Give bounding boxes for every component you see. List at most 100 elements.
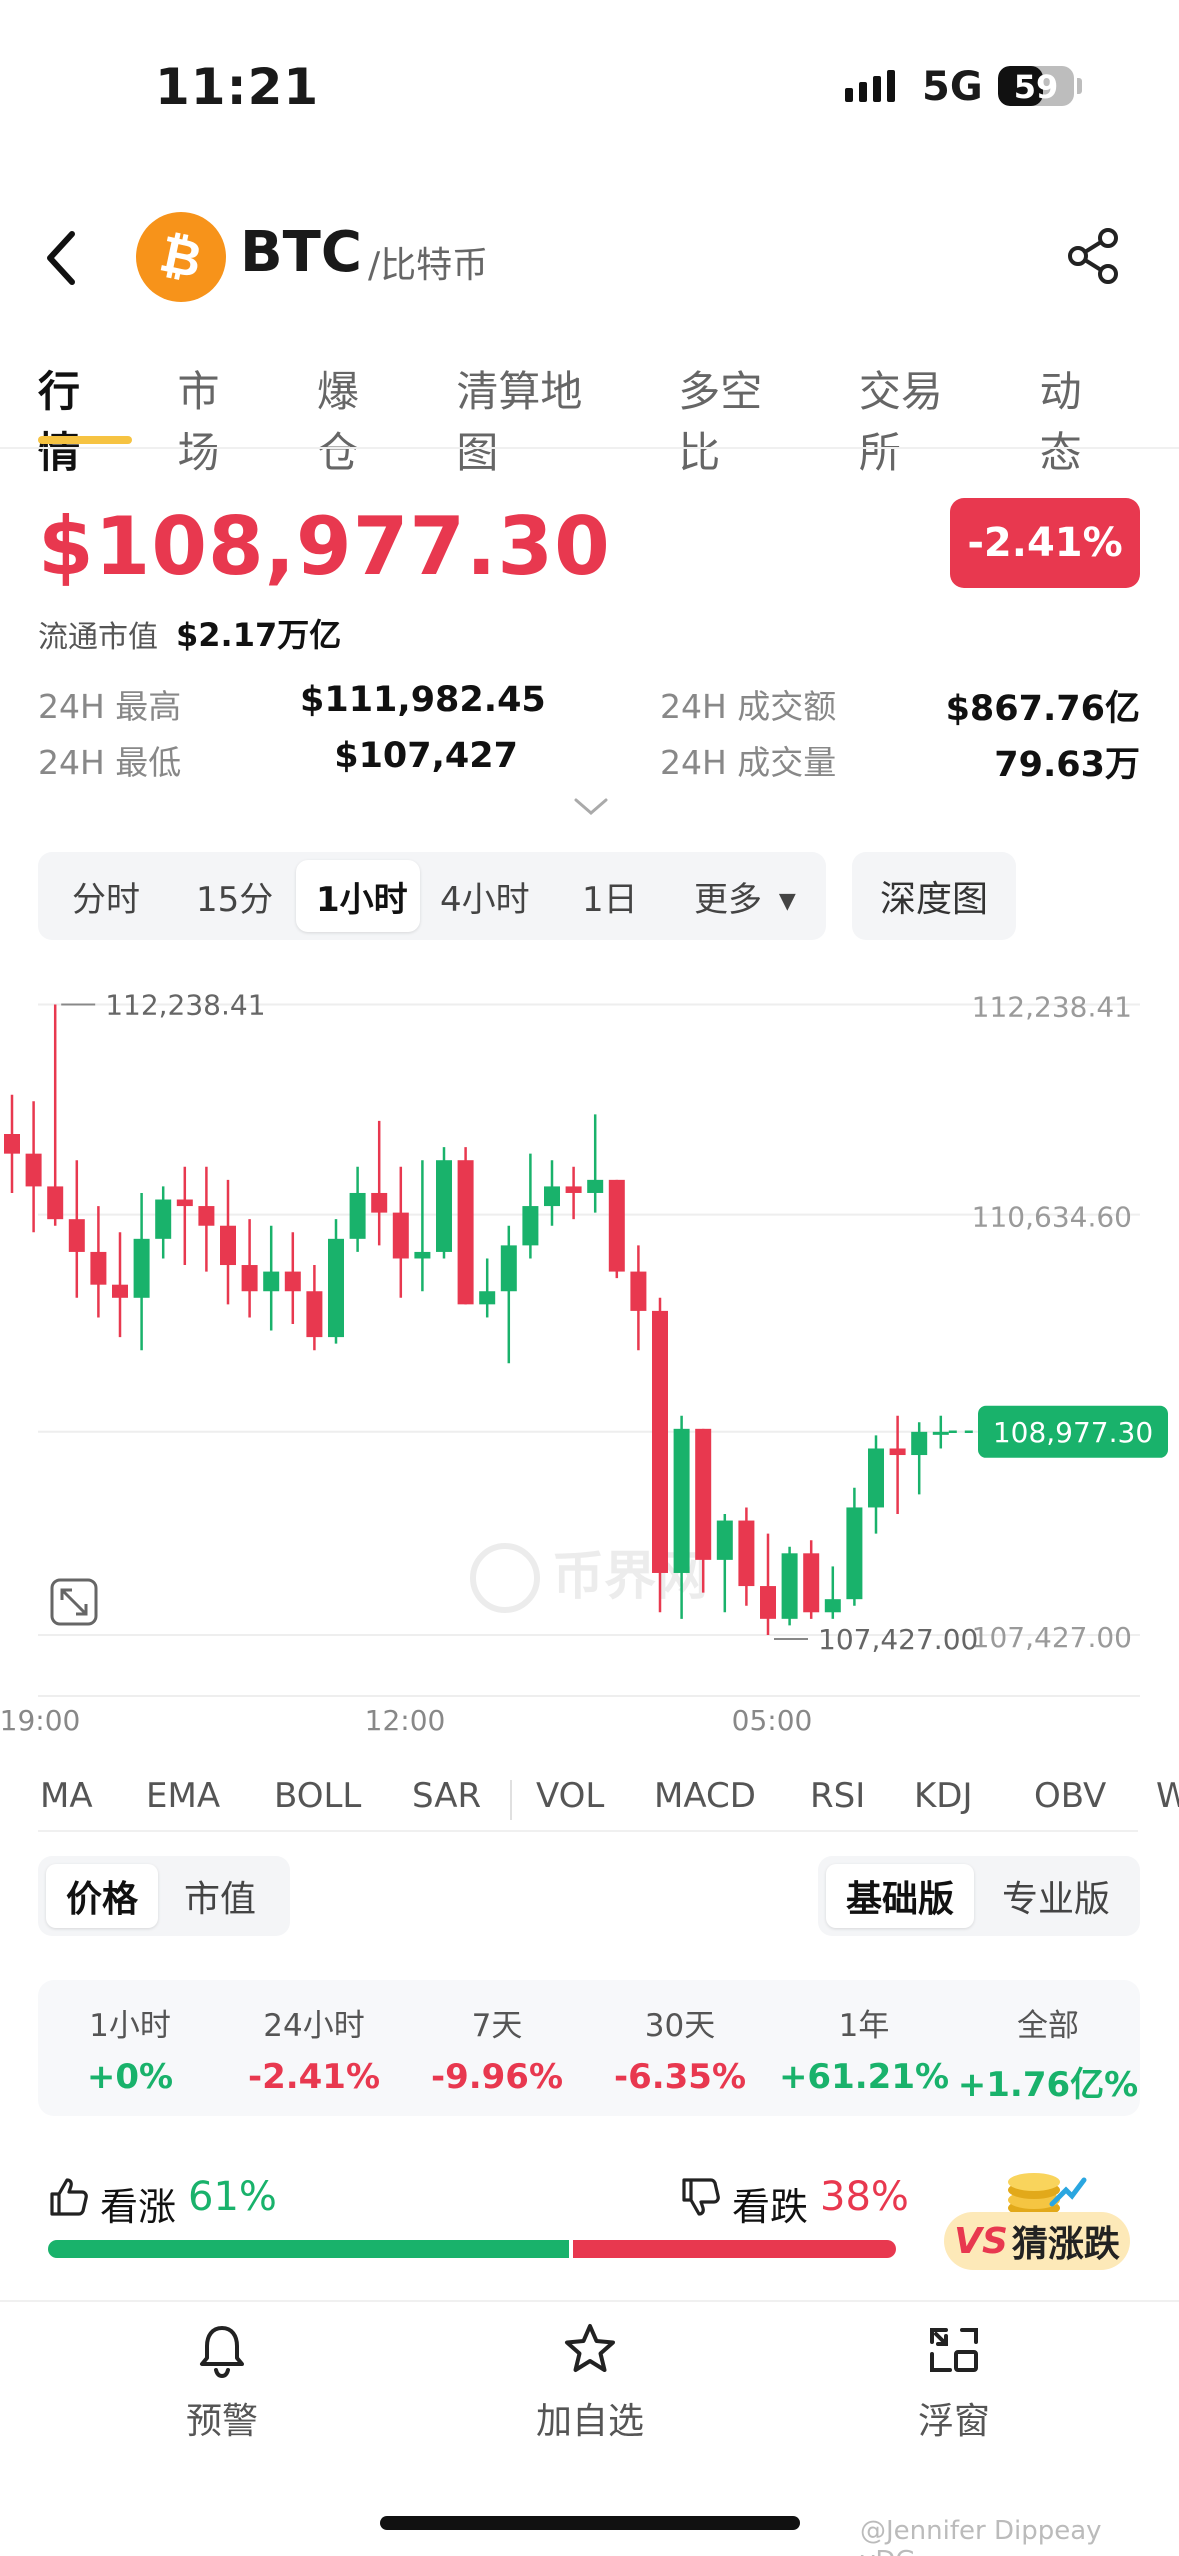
perf-label: 全部 bbox=[1017, 2008, 1079, 2044]
candle-body bbox=[241, 1265, 258, 1292]
indicator-ma[interactable]: MA bbox=[40, 1776, 93, 1816]
bottom-divider bbox=[0, 2300, 1179, 2302]
candle-body bbox=[889, 1448, 906, 1456]
candle-body bbox=[479, 1291, 496, 1305]
period-1h[interactable]: 1小时 bbox=[316, 872, 408, 921]
indicator-more[interactable]: W bbox=[1156, 1776, 1179, 1816]
candle-body bbox=[4, 1134, 20, 1154]
candle-body bbox=[760, 1586, 776, 1619]
screenshot-watermark: @Jennifer Dippeay yDG... bbox=[860, 2516, 1102, 2556]
indicator-macd[interactable]: MACD bbox=[654, 1776, 756, 1816]
cellular-signal-icon bbox=[845, 70, 895, 102]
share-icon[interactable] bbox=[1066, 228, 1122, 288]
period-more[interactable]: 更多 ▼ bbox=[694, 872, 796, 921]
period-15m[interactable]: 15分 bbox=[196, 872, 273, 921]
candle-body bbox=[392, 1212, 409, 1259]
depth-chart-button[interactable]: 深度图 bbox=[852, 852, 1016, 940]
bell-icon bbox=[200, 2326, 244, 2379]
nav-alert[interactable]: 预警 bbox=[122, 2320, 322, 2444]
candle-body bbox=[738, 1520, 755, 1587]
perf-label: 1小时 bbox=[89, 2008, 171, 2044]
nav-float-window[interactable]: 浮窗 bbox=[854, 2320, 1054, 2444]
back-chevron-icon[interactable] bbox=[42, 228, 78, 292]
candle-body bbox=[47, 1186, 64, 1220]
price-chart[interactable]: 币界网112,238.41110,634.60107,427.00112,238… bbox=[0, 944, 1179, 1764]
tab-exchanges[interactable]: 交易所 bbox=[859, 358, 983, 480]
perf-all: 全部 +1.76亿% bbox=[956, 2000, 1140, 2106]
toggle-marketcap[interactable]: 市值 bbox=[164, 1864, 276, 1928]
nav-float-window-label: 浮窗 bbox=[917, 2401, 990, 2442]
candle-body bbox=[25, 1153, 42, 1187]
candle-body bbox=[436, 1160, 452, 1252]
volume-24h-value: 79.63万 bbox=[994, 745, 1140, 785]
tab-long-short[interactable]: 多空比 bbox=[678, 358, 802, 480]
low-24h-label: 24H 最低 bbox=[38, 743, 182, 782]
candle-body bbox=[457, 1160, 474, 1305]
candle-body bbox=[176, 1199, 193, 1207]
bearish-bar bbox=[573, 2240, 896, 2258]
bearish-label: 看跌 bbox=[732, 2185, 809, 2229]
thumbs-down-icon[interactable] bbox=[680, 2176, 722, 2222]
toggle-pro[interactable]: 专业版 bbox=[982, 1864, 1130, 1928]
candle-body bbox=[846, 1507, 863, 1600]
bullish-bar bbox=[48, 2240, 569, 2258]
candle-body bbox=[587, 1179, 604, 1193]
expand-chevron-icon[interactable] bbox=[573, 796, 609, 822]
candle-body bbox=[544, 1186, 560, 1207]
tab-market-info[interactable]: 行情 bbox=[38, 358, 120, 480]
low-24h-value: $107,427 bbox=[334, 736, 518, 776]
nav-add-watchlist[interactable]: 加自选 bbox=[490, 2320, 690, 2444]
indicator-divider bbox=[38, 1830, 1138, 1832]
dropdown-triangle-icon: ▼ bbox=[778, 889, 796, 914]
indicator-ema[interactable]: EMA bbox=[146, 1776, 220, 1816]
nav-add-watchlist-label: 加自选 bbox=[535, 2401, 644, 2442]
period-timeshare[interactable]: 分时 bbox=[72, 872, 140, 921]
fullscreen-icon[interactable] bbox=[50, 1578, 98, 1626]
thumbs-up-icon[interactable] bbox=[48, 2176, 90, 2222]
home-indicator[interactable] bbox=[380, 2516, 800, 2530]
candle-body bbox=[306, 1291, 323, 1338]
price-change-badge: -2.41% bbox=[950, 498, 1140, 588]
float-window-icon bbox=[930, 2328, 978, 2372]
turnover-24h-label: 24H 成交额 bbox=[660, 687, 837, 726]
star-icon bbox=[565, 2324, 615, 2372]
candle-body bbox=[522, 1206, 539, 1246]
perf-value: -2.41% bbox=[247, 2057, 381, 2097]
perf-1y: 1年 +61.21% bbox=[772, 2000, 956, 2097]
indicator-boll[interactable]: BOLL bbox=[274, 1776, 361, 1816]
candle-body bbox=[371, 1192, 388, 1213]
indicator-obv[interactable]: OBV bbox=[1034, 1776, 1106, 1816]
candle-body bbox=[932, 1431, 949, 1435]
coin-subtitle: /比特币 bbox=[368, 245, 489, 286]
candle-body bbox=[911, 1431, 928, 1456]
tab-market[interactable]: 市场 bbox=[177, 358, 259, 480]
toggle-basic[interactable]: 基础版 bbox=[826, 1864, 974, 1928]
candle-body bbox=[328, 1238, 344, 1338]
bitcoin-logo-icon: ₿ bbox=[136, 212, 226, 302]
candle-body bbox=[781, 1553, 798, 1619]
perf-value: +0% bbox=[86, 2057, 174, 2097]
indicator-vol[interactable]: VOL bbox=[536, 1776, 604, 1816]
candle-body bbox=[68, 1219, 85, 1252]
indicator-kdj[interactable]: KDJ bbox=[914, 1776, 973, 1816]
current-price-label: 108,977.30 bbox=[993, 1416, 1153, 1449]
indicator-sar[interactable]: SAR bbox=[412, 1776, 481, 1816]
market-cap-label: 流通市值 bbox=[38, 620, 158, 655]
toggle-price[interactable]: 价格 bbox=[46, 1864, 158, 1928]
y-tick-label: 110,634.60 bbox=[972, 1201, 1132, 1234]
candle-body bbox=[198, 1206, 215, 1226]
indicator-rsi[interactable]: RSI bbox=[810, 1776, 865, 1816]
period-1d[interactable]: 1日 bbox=[582, 872, 638, 921]
tab-liquidations[interactable]: 爆仓 bbox=[317, 358, 399, 480]
candle-body bbox=[263, 1271, 280, 1292]
tab-liquidation-map[interactable]: 清算地图 bbox=[456, 358, 621, 480]
perf-24h: 24小时 -2.41% bbox=[222, 2000, 406, 2097]
tab-news[interactable]: 动态 bbox=[1040, 358, 1122, 480]
candle-body bbox=[414, 1251, 431, 1259]
period-4h[interactable]: 4小时 bbox=[440, 872, 530, 921]
bullish-percent: 61% bbox=[188, 2174, 277, 2220]
perf-30d: 30天 -6.35% bbox=[588, 2000, 772, 2097]
candle-body bbox=[133, 1238, 150, 1298]
perf-value: +61.21% bbox=[778, 2057, 950, 2097]
guess-up-down-button[interactable]: VS 猜涨跌 bbox=[944, 2160, 1130, 2270]
